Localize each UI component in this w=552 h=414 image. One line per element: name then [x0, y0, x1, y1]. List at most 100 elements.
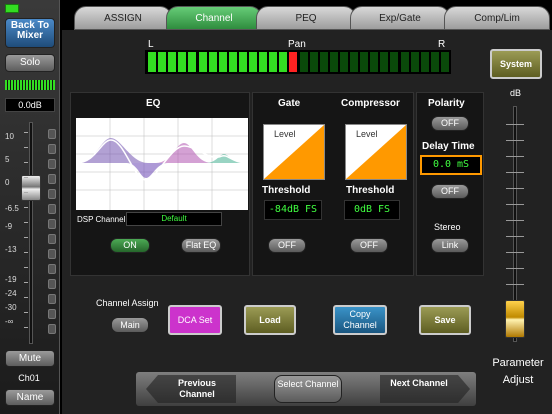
delay-time-title: Delay Time	[422, 141, 475, 152]
signal-indicator	[5, 4, 19, 13]
dsp-channel-select[interactable]: Default	[126, 212, 222, 226]
pan-meter-segment	[228, 52, 237, 72]
fader-scale-line	[24, 252, 28, 253]
compressor-curve[interactable]: Level	[345, 124, 407, 180]
pan-meter-segment	[410, 52, 419, 72]
fader-led	[48, 279, 56, 289]
channel-name: Ch01	[18, 373, 40, 383]
pan-meter-segment	[380, 52, 389, 72]
fader-tick-label: -∞	[5, 317, 14, 326]
system-button[interactable]: System	[490, 49, 542, 79]
copy-channel-button[interactable]: Copy Channel	[333, 305, 387, 335]
compressor-toggle[interactable]: OFF	[350, 238, 388, 253]
flat-eq-button[interactable]: Flat EQ	[181, 238, 221, 253]
solo-button[interactable]: Solo	[5, 54, 55, 72]
load-button[interactable]: Load	[244, 305, 296, 335]
channel-strip: Back To Mixer Solo 0.0dB 10 5 0 -6.5 -9 -13 -1…	[0, 0, 60, 414]
pan-meter-segment	[218, 52, 227, 72]
fader-tick-label: -30	[5, 303, 17, 312]
main-assign-button[interactable]: Main	[111, 317, 149, 333]
gate-toggle[interactable]: OFF	[268, 238, 306, 253]
parameter-slider-knob[interactable]	[505, 300, 525, 338]
parameter-scale-tick	[506, 236, 524, 237]
previous-channel-button[interactable]: Previous Channel	[160, 378, 234, 400]
pan-meter[interactable]	[145, 50, 451, 74]
pan-meter-segment	[400, 52, 409, 72]
gate-curve[interactable]: Level	[263, 124, 325, 180]
eq-on-button[interactable]: ON	[110, 238, 150, 253]
fader-led	[48, 129, 56, 139]
parameter-scale-tick	[506, 140, 524, 141]
pan-meter-segment	[208, 52, 217, 72]
pan-meter-segment	[430, 52, 439, 72]
pan-meter-segment	[188, 52, 197, 72]
fader-led	[48, 264, 56, 274]
pan-meter-segment	[440, 52, 449, 72]
tab-exp-gate[interactable]: Exp/Gate	[350, 6, 450, 30]
eq-graph[interactable]	[75, 118, 249, 210]
polarity-toggle[interactable]: OFF	[431, 116, 469, 131]
stereo-link-button[interactable]: Link	[431, 238, 469, 253]
eq-curve-graphic	[75, 118, 249, 210]
pan-meter-segment	[178, 52, 187, 72]
compressor-threshold-value[interactable]: 0dB FS	[344, 200, 400, 220]
name-button[interactable]: Name	[5, 389, 55, 406]
pan-meter-segment	[249, 52, 257, 72]
fader-led	[48, 204, 56, 214]
pan-meter-segment	[168, 52, 177, 72]
tab-assign[interactable]: ASSIGN	[74, 6, 172, 30]
fader-led	[48, 144, 56, 154]
fader-track	[29, 122, 33, 344]
pan-meter-segment	[238, 52, 247, 72]
compressor-title: Compressor	[341, 98, 400, 109]
channel-assign-label: Channel Assign	[96, 298, 159, 308]
pan-meter-segment	[269, 52, 278, 72]
pan-meter-segment	[370, 52, 379, 72]
parameter-scale-tick	[506, 172, 524, 173]
delay-toggle[interactable]: OFF	[431, 184, 469, 199]
pan-left-label: L	[148, 39, 154, 50]
pan-meter-segment	[420, 52, 429, 72]
fader-tick-label: 10	[5, 132, 14, 141]
delay-time-value[interactable]: 0.0 mS	[420, 155, 482, 175]
parameter-scale-tick	[506, 156, 524, 157]
next-channel-button[interactable]: Next Channel	[382, 378, 456, 389]
fader-led	[48, 249, 56, 259]
tab-peq[interactable]: PEQ	[256, 6, 356, 30]
fader-led	[48, 324, 56, 334]
pan-meter-segment	[329, 52, 338, 72]
parameter-scale-tick	[506, 188, 524, 189]
fader-scale-line	[24, 327, 28, 328]
gate-threshold-value[interactable]: -84dB FS	[264, 200, 322, 220]
mute-button[interactable]: Mute	[5, 350, 55, 367]
db-label: dB	[510, 88, 522, 98]
fader-led	[48, 189, 56, 199]
fader-scale-line	[24, 312, 28, 313]
pan-meter-segment	[259, 52, 268, 72]
back-to-mixer-button[interactable]: Back To Mixer	[5, 18, 55, 48]
gain-readout: 0.0dB	[5, 98, 55, 112]
fader-scale-line	[24, 177, 28, 178]
input-meter	[5, 80, 55, 90]
fader-led	[48, 234, 56, 244]
dca-set-button[interactable]: DCA Set	[168, 305, 222, 335]
eq-title: EQ	[146, 98, 161, 109]
tab-comp-lim[interactable]: Comp/Lim	[444, 6, 550, 30]
pan-meter-segment	[319, 52, 328, 72]
fader-scale-line	[24, 162, 28, 163]
fader-scale-line	[24, 267, 28, 268]
tab-channel[interactable]: Channel	[166, 6, 262, 30]
fader-knob[interactable]	[21, 175, 41, 201]
fader-led	[48, 174, 56, 184]
fader-tick-label: -6.5	[5, 204, 19, 213]
fader-scale-line	[24, 297, 28, 298]
gate-title: Gate	[278, 98, 301, 109]
pan-meter-segment	[339, 52, 348, 72]
pan-right-label: R	[438, 39, 446, 50]
pan-meter-segment	[350, 52, 358, 72]
select-channel-button[interactable]: Select Channel	[274, 375, 342, 403]
pan-meter-segment	[148, 52, 156, 72]
save-button[interactable]: Save	[419, 305, 471, 335]
parameter-scale-tick	[506, 268, 524, 269]
parameter-scale-tick	[506, 220, 524, 221]
